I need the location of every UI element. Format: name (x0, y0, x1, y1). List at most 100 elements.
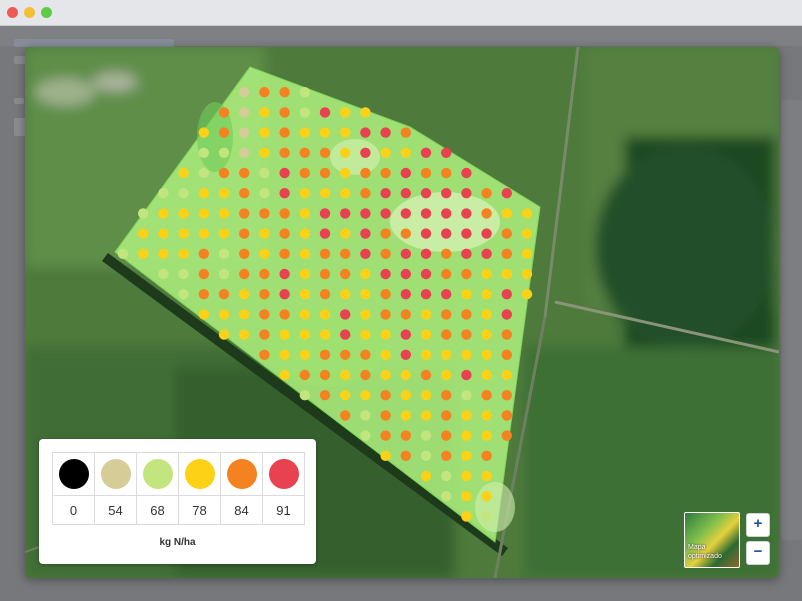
prescription-dot (319, 127, 331, 138)
prescription-dot (178, 289, 189, 300)
prescription-dot (420, 268, 432, 280)
prescription-dot (259, 268, 270, 280)
prescription-dot (380, 167, 391, 179)
prescription-dot (319, 228, 331, 239)
prescription-dot (360, 410, 371, 421)
prescription-dot (501, 390, 512, 401)
prescription-dot (259, 87, 270, 98)
prescription-dot (299, 309, 310, 320)
prescription-dot (239, 309, 250, 320)
prescription-dot (299, 289, 310, 300)
prescription-dot (360, 430, 371, 441)
prescription-dot (360, 228, 371, 239)
prescription-dot (481, 208, 492, 219)
prescription-dot (259, 329, 270, 340)
prescription-dot (441, 248, 452, 259)
prescription-dot (380, 309, 391, 320)
prescription-dot (461, 369, 472, 381)
maximize-window-button[interactable] (41, 7, 52, 18)
prescription-dot (340, 147, 351, 158)
prescription-dot (420, 188, 432, 199)
prescription-dot (380, 430, 391, 441)
prescription-dot (461, 309, 472, 320)
prescription-dot (218, 228, 230, 239)
prescription-dot (501, 349, 512, 360)
minimize-window-button[interactable] (24, 7, 35, 18)
prescription-dot (481, 309, 492, 320)
prescription-dot (420, 470, 432, 482)
close-window-button[interactable] (7, 7, 18, 18)
prescription-dot (380, 208, 391, 219)
prescription-dot (360, 289, 371, 300)
legend-divider (179, 495, 220, 496)
prescription-dot (279, 188, 290, 199)
prescription-dot (441, 390, 452, 401)
prescription-dot (481, 430, 492, 441)
prescription-dot (461, 430, 472, 441)
prescription-dot (239, 87, 250, 98)
prescription-dot (239, 268, 250, 280)
prescription-dot (380, 329, 391, 340)
zoom-in-button[interactable]: + (746, 513, 770, 537)
prescription-dot (380, 188, 391, 199)
prescription-dot (178, 188, 189, 199)
prescription-dot (299, 390, 310, 401)
prescription-dot (239, 329, 250, 340)
prescription-dot (481, 511, 492, 522)
prescription-dot (138, 228, 149, 239)
prescription-dot (461, 167, 472, 179)
prescription-dot (481, 268, 492, 280)
prescription-dot (239, 107, 250, 118)
prescription-dot (299, 87, 310, 98)
legend-swatch (185, 459, 215, 489)
legend-class: 54 (95, 453, 137, 524)
prescription-dot (178, 167, 189, 179)
prescription-dot (501, 309, 512, 320)
prescription-dot (380, 369, 391, 381)
prescription-dot (400, 268, 411, 280)
legend-class: 91 (263, 453, 304, 524)
minimap-toggle[interactable]: Mapa optimizado (684, 512, 740, 568)
prescription-dot (400, 228, 411, 239)
prescription-dot (279, 248, 290, 259)
prescription-dot (319, 147, 331, 158)
prescription-dot (481, 188, 492, 199)
prescription-dot (259, 309, 270, 320)
prescription-dot (420, 450, 432, 461)
prescription-dot (198, 228, 209, 239)
prescription-dot (299, 349, 310, 360)
prescription-dot (400, 430, 411, 441)
prescription-dot (400, 329, 411, 340)
prescription-dot (441, 208, 452, 219)
legend-divider (53, 495, 94, 496)
prescription-dot (380, 268, 391, 280)
prescription-dot (198, 248, 209, 259)
prescription-dot (218, 127, 230, 138)
prescription-dot (461, 289, 472, 300)
prescription-dot (340, 208, 351, 219)
prescription-dot (481, 450, 492, 461)
legend-value: 0 (69, 503, 78, 518)
prescription-dot (340, 369, 351, 381)
prescription-dot (501, 410, 512, 421)
prescription-dot (340, 329, 351, 340)
prescription-dot (218, 107, 230, 118)
prescription-dot (481, 248, 492, 259)
prescription-dot (501, 268, 512, 280)
legend-unit: kg N/ha (159, 537, 196, 548)
legend-swatch (269, 459, 299, 489)
prescription-dot (420, 329, 432, 340)
prescription-dot (239, 208, 250, 219)
prescription-dot (441, 268, 452, 280)
legend-class: 68 (137, 453, 179, 524)
prescription-dot (441, 188, 452, 199)
zoom-out-button[interactable]: − (746, 541, 770, 565)
prescription-dot (299, 329, 310, 340)
prescription-dot (279, 167, 290, 179)
prescription-dot (420, 410, 432, 421)
prescription-dot (441, 167, 452, 179)
prescription-dot (521, 289, 533, 300)
prescription-dot (441, 369, 452, 381)
legend-swatch (143, 459, 173, 489)
prescription-dot (380, 289, 391, 300)
